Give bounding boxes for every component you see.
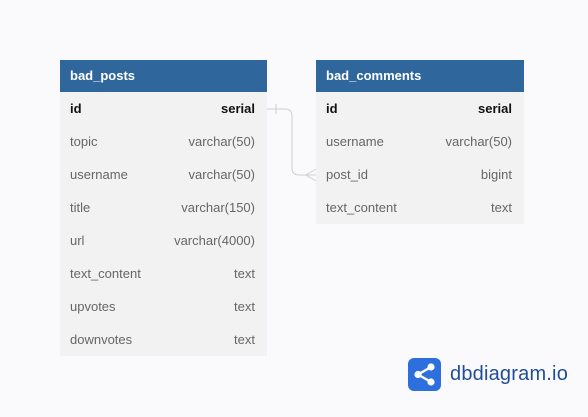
column-name: title: [70, 200, 91, 215]
table-row[interactable]: username varchar(50): [316, 125, 524, 158]
column-name: text_content: [70, 266, 141, 281]
column-type: serial: [221, 101, 255, 116]
column-type: text: [234, 332, 255, 347]
column-type: bigint: [480, 167, 512, 182]
brand-name: dbdiagram.io: [450, 363, 569, 385]
column-name: upvotes: [70, 299, 116, 314]
column-type: varchar(50): [445, 134, 512, 149]
column-name: id: [70, 101, 82, 116]
table-header[interactable]: bad_comments: [316, 60, 524, 92]
column-type: serial: [478, 101, 512, 116]
column-name: username: [326, 134, 384, 149]
column-type: text: [234, 299, 255, 314]
column-name: url: [70, 233, 85, 248]
column-name: username: [70, 167, 128, 182]
column-name: id: [326, 101, 338, 116]
table-row[interactable]: topic varchar(50): [60, 125, 267, 158]
table-row[interactable]: title varchar(150): [60, 191, 267, 224]
table-row[interactable]: downvotes text: [60, 323, 267, 356]
table-bad-comments[interactable]: bad_comments id serial username varchar(50…: [316, 60, 524, 224]
table-row[interactable]: post_id bigint: [316, 158, 524, 191]
table-header[interactable]: bad_posts: [60, 60, 267, 92]
column-name: downvotes: [70, 332, 133, 347]
column-type: text: [234, 266, 255, 281]
table-row[interactable]: text_content text: [316, 191, 524, 224]
table-row[interactable]: username varchar(50): [60, 158, 267, 191]
column-type: varchar(4000): [174, 233, 255, 248]
column-type: varchar(50): [188, 134, 255, 149]
column-type: text: [491, 200, 512, 215]
column-name: post_id: [326, 167, 368, 182]
table-row[interactable]: id serial: [60, 92, 267, 125]
table-bad-posts[interactable]: bad_posts id serial topic varchar(50) user…: [60, 60, 267, 356]
table-row[interactable]: text_content text: [60, 257, 267, 290]
column-name: text_content: [326, 200, 397, 215]
column-type: varchar(150): [181, 200, 255, 215]
table-row[interactable]: upvotes text: [60, 290, 267, 323]
column-name: topic: [70, 134, 98, 149]
brand-logo[interactable]: dbdiagram.io: [408, 358, 568, 391]
bad-posts-id-to-bad-comments-post-id: [267, 108, 316, 176]
column-type: varchar(50): [188, 167, 255, 182]
dbdiagram-logo-icon: [408, 358, 441, 391]
table-row[interactable]: id serial: [316, 92, 524, 125]
table-row[interactable]: url varchar(4000): [60, 224, 267, 257]
